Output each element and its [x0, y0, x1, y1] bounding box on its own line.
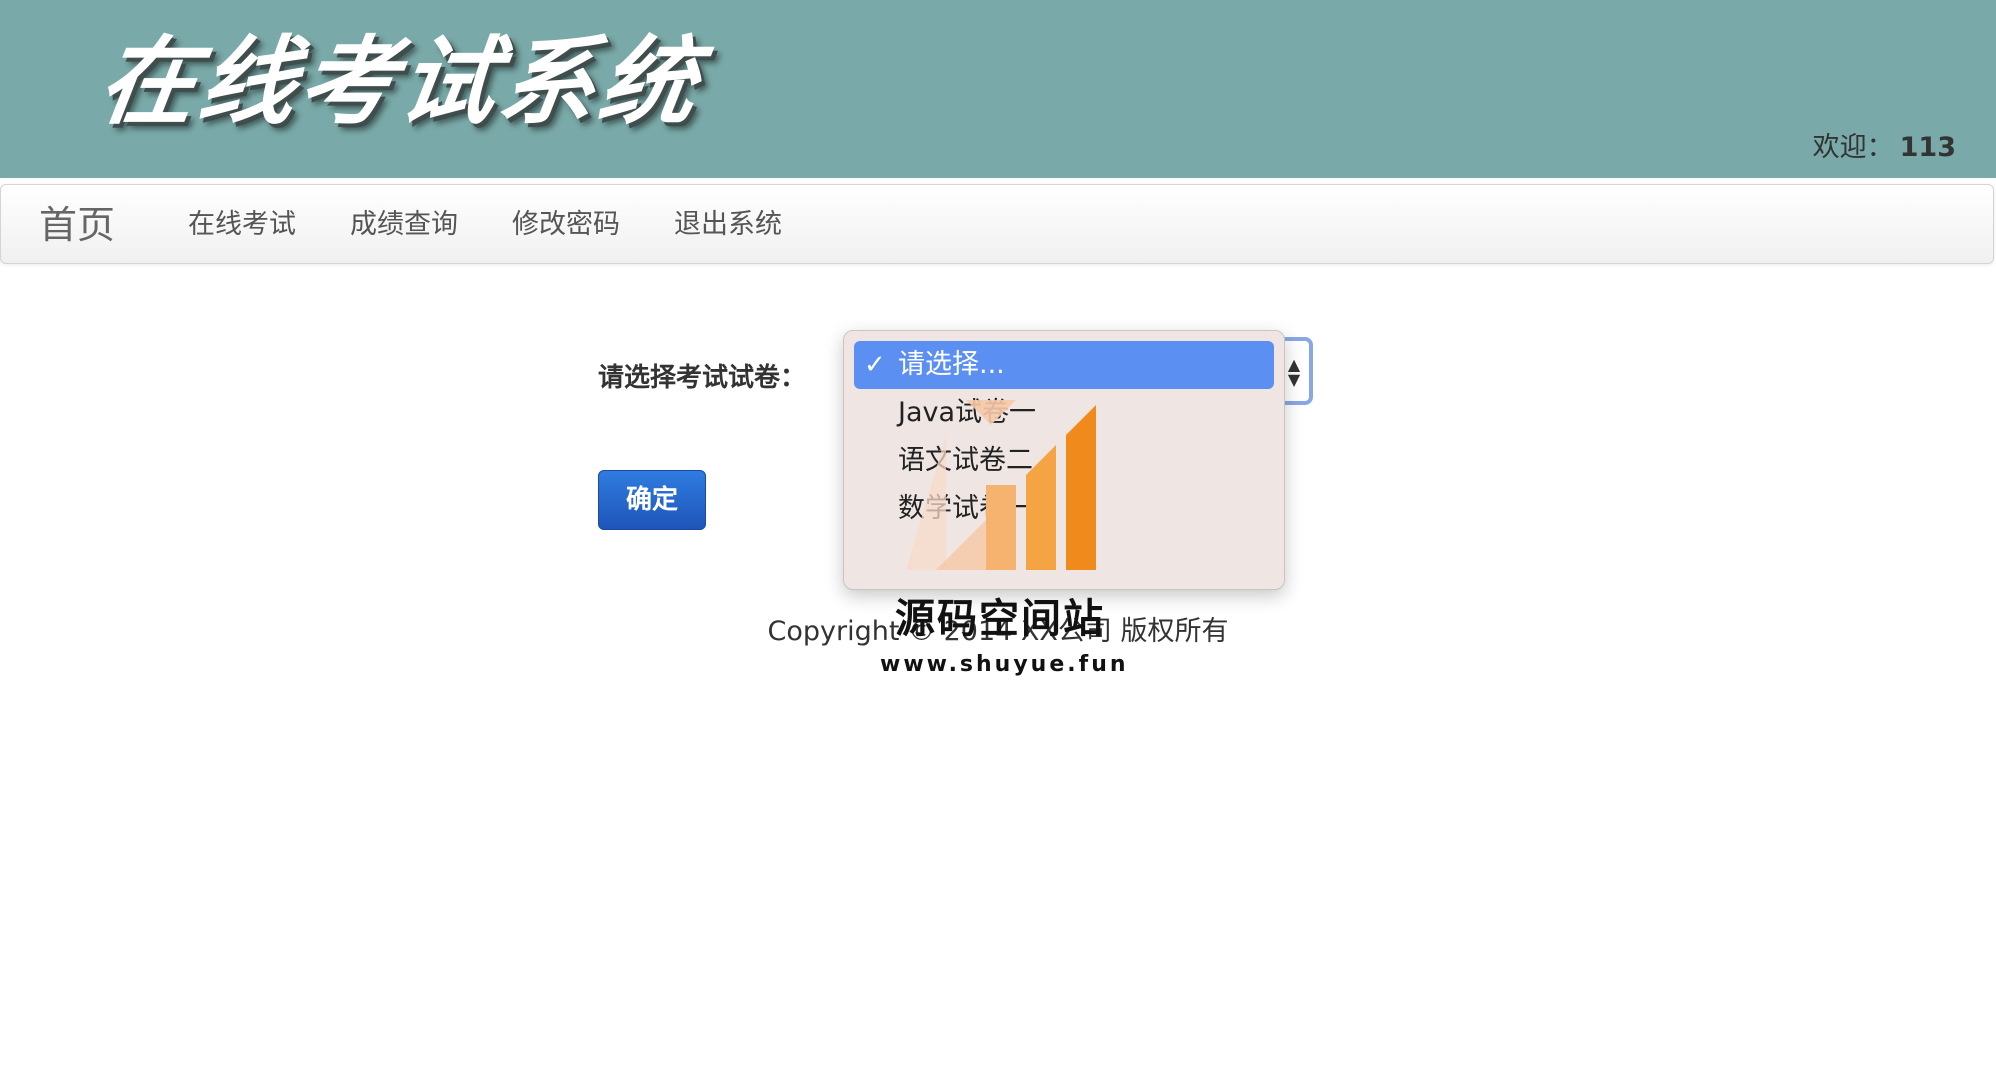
watermark-url: www.shuyue.fun	[880, 652, 1129, 677]
welcome-label: 欢迎：	[1812, 132, 1894, 163]
exam-paper-dropdown: ✓ 请选择... Java试卷一 语文试卷二 数学试卷一	[843, 330, 1285, 590]
dropdown-option-math-paper-1[interactable]: 数学试卷一	[854, 485, 1274, 533]
option-label: 请选择...	[898, 349, 1005, 380]
option-label: Java试卷一	[898, 397, 1037, 428]
confirm-button[interactable]: 确定	[598, 470, 706, 530]
footer-copyright: Copyright © 2014 XX公司 版权所有	[767, 616, 1229, 647]
checkmark-icon: ✓	[864, 350, 886, 380]
dropdown-option-java-paper-1[interactable]: Java试卷一	[854, 389, 1274, 437]
dropdown-option-empty[interactable]	[854, 533, 1274, 581]
dropdown-option-please-select[interactable]: ✓ 请选择...	[854, 341, 1274, 389]
welcome-text: 欢迎： 113	[1813, 128, 1956, 168]
nav-list: 在线考试 成绩查询 修改密码 退出系统	[161, 185, 809, 265]
site-title: 在线考试系统	[92, 25, 709, 138]
username: 113	[1899, 132, 1956, 163]
nav-item-online-exam[interactable]: 在线考试	[161, 185, 323, 265]
select-arrows-icon: ▲ ▼	[1287, 355, 1301, 389]
option-label: 数学试卷一	[898, 493, 1033, 524]
option-label: 语文试卷二	[898, 445, 1033, 476]
navbar: 首页 在线考试 成绩查询 修改密码 退出系统	[0, 184, 1994, 264]
dropdown-option-chinese-paper-2[interactable]: 语文试卷二	[854, 437, 1274, 485]
nav-item-logout[interactable]: 退出系统	[647, 185, 809, 265]
header: 在线考试系统 欢迎： 113	[0, 0, 1996, 178]
nav-home-link[interactable]: 首页	[39, 200, 115, 250]
exam-paper-select-label: 请选择考试试卷：	[598, 363, 807, 393]
nav-item-score-query[interactable]: 成绩查询	[323, 185, 485, 265]
nav-item-change-password[interactable]: 修改密码	[485, 185, 647, 265]
